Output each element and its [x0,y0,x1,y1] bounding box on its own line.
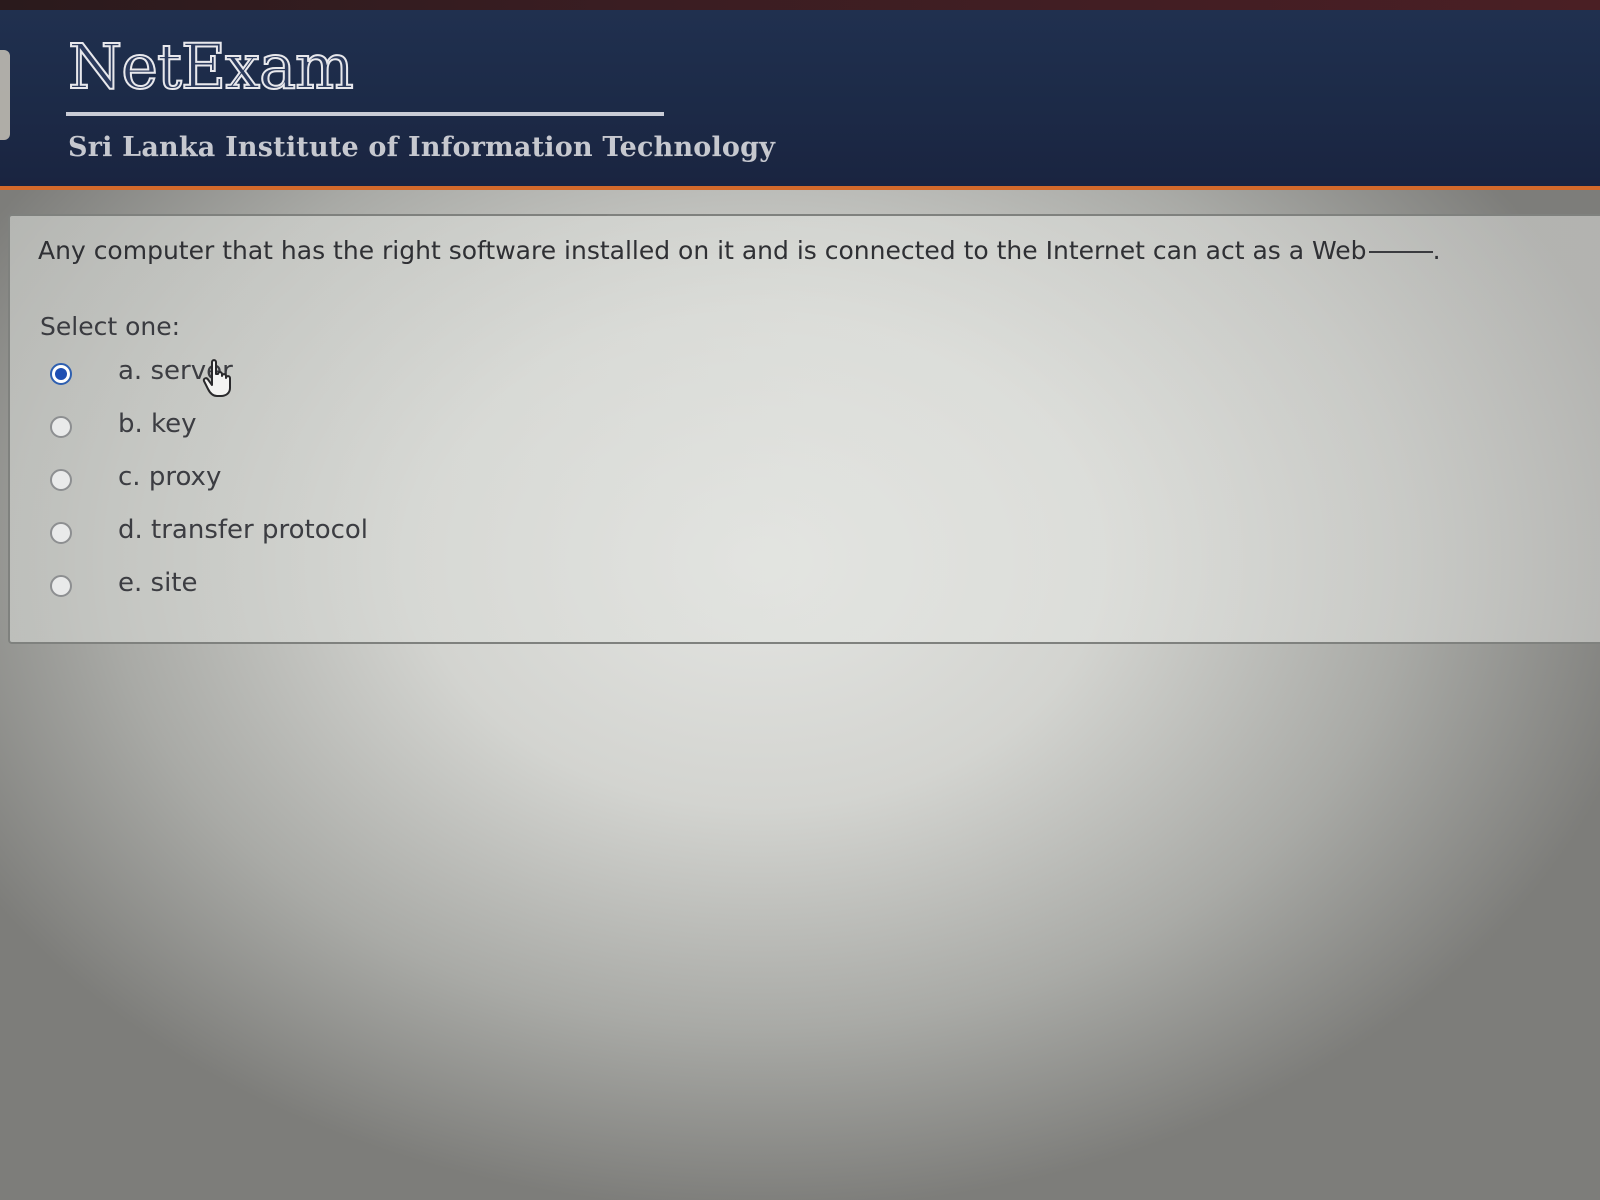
option-d-label[interactable]: d. transfer protocol [118,515,368,545]
option-e-label[interactable]: e. site [118,568,198,598]
option-e[interactable]: e. site [10,568,610,608]
option-b[interactable]: b. key [10,409,610,449]
question-panel: Any computer that has the right software… [8,214,1600,644]
hand-pointer-icon [202,359,231,397]
site-header: NetExam Sri Lanka Institute of Informati… [0,10,1600,190]
option-b-label[interactable]: b. key [118,409,197,439]
question-text: Any computer that has the right software… [38,236,1441,265]
radio-option-a[interactable] [50,363,72,385]
option-d[interactable]: d. transfer protocol [10,515,610,555]
radio-option-b[interactable] [50,416,72,438]
option-c-label[interactable]: c. proxy [118,462,221,492]
question-text-body: Any computer that has the right software… [38,236,1367,265]
radio-option-e[interactable] [50,575,72,597]
question-period: . [1432,236,1441,265]
radio-option-d[interactable] [50,522,72,544]
option-a[interactable]: a. server [10,356,610,396]
radio-option-c[interactable] [50,469,72,491]
left-edge-decoration [0,50,10,140]
brand-divider [66,112,664,116]
brand-logo: NetExam [67,29,355,104]
institute-name: Sri Lanka Institute of Information Techn… [68,132,776,163]
answer-blank [1368,251,1433,253]
option-c[interactable]: c. proxy [10,462,610,502]
select-one-label: Select one: [40,312,181,341]
